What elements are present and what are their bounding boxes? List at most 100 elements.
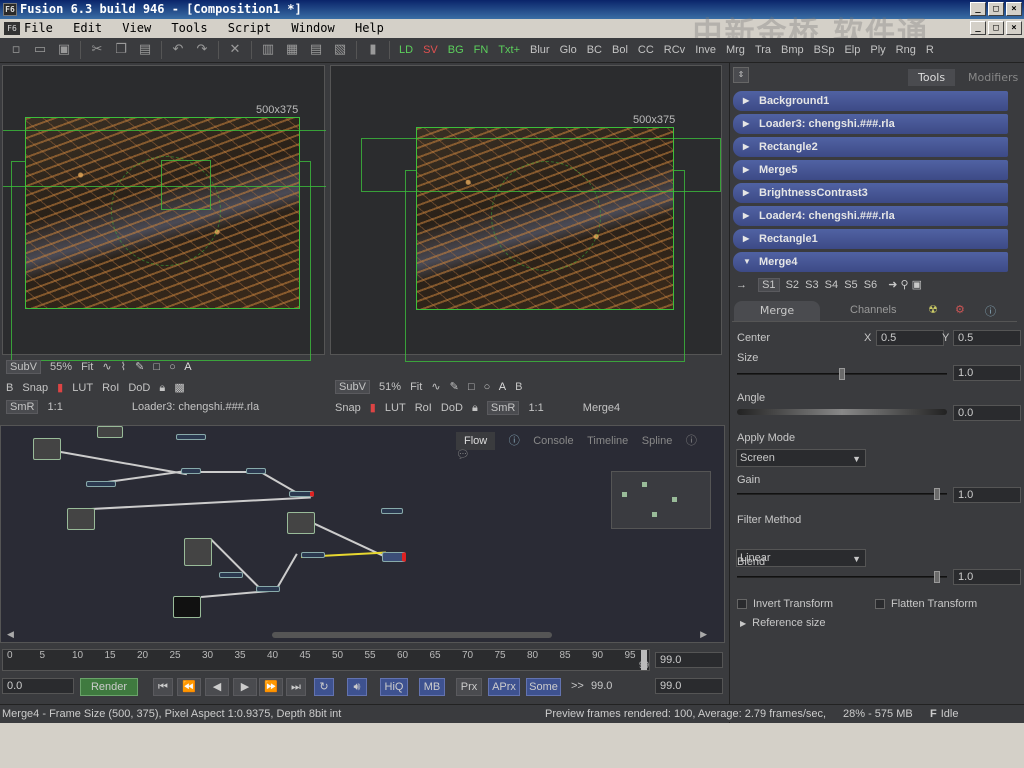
tool-button-bc[interactable]: BC: [587, 44, 602, 56]
flow-info-icon[interactable]: ⓘ: [686, 435, 697, 447]
layout-2-icon[interactable]: ▦: [283, 41, 301, 59]
redo-icon[interactable]: ↷: [193, 41, 211, 59]
minimize-button[interactable]: _: [970, 2, 986, 16]
tool-button-mrg[interactable]: Mrg: [726, 44, 745, 56]
flow-hscroll[interactable]: ◀ ▶: [7, 630, 707, 640]
right-b-button[interactable]: B: [515, 381, 522, 393]
render-button[interactable]: Render: [80, 678, 138, 696]
invert-transform-checkbox[interactable]: Invert Transform: [737, 598, 833, 610]
tool-button-elp[interactable]: Elp: [844, 44, 860, 56]
size-slider[interactable]: [737, 368, 947, 380]
layout-1-icon[interactable]: ▥: [259, 41, 277, 59]
left-paint-icon[interactable]: ✎: [135, 361, 144, 373]
gear-icon[interactable]: ⚙: [955, 303, 965, 316]
left-subv-button[interactable]: SubV: [6, 360, 41, 374]
menu-view[interactable]: View: [122, 19, 151, 38]
flow-node[interactable]: [256, 586, 280, 592]
right-merge-widget[interactable]: [491, 161, 601, 271]
tab-timeline[interactable]: Timeline: [587, 435, 628, 447]
paste-icon[interactable]: ▤: [136, 41, 154, 59]
tool-button-ply[interactable]: Ply: [870, 44, 885, 56]
save-icon[interactable]: ▣: [55, 41, 73, 59]
tool-button-rng[interactable]: Rng: [896, 44, 916, 56]
right-rect-icon[interactable]: □: [468, 381, 475, 393]
step-forward-button[interactable]: ⏩: [259, 678, 283, 696]
cut-icon[interactable]: ✂: [88, 41, 106, 59]
left-text-icon[interactable]: A: [184, 361, 191, 373]
tab-flow[interactable]: Flow: [456, 432, 496, 450]
render-end-field[interactable]: 99.0: [655, 678, 723, 694]
hiq-button[interactable]: HiQ: [380, 678, 408, 696]
right-spline-icon[interactable]: ∿: [431, 381, 440, 393]
left-circle-icon[interactable]: ○: [169, 361, 176, 373]
audio-button[interactable]: 🔊︎: [347, 678, 367, 696]
radiation-icon[interactable]: ☢: [928, 303, 938, 316]
tool-button-txt[interactable]: Txt+: [498, 44, 520, 56]
play-button[interactable]: ▶: [233, 678, 257, 696]
comment-icon[interactable]: 💬︎: [456, 449, 470, 461]
save-preset-icon[interactable]: ▣: [912, 279, 922, 291]
menu-file[interactable]: File: [24, 19, 53, 38]
menu-script[interactable]: Script: [228, 19, 271, 38]
tool-button-bmp[interactable]: Bmp: [781, 44, 804, 56]
right-lock-icon[interactable]: 🔒︎: [472, 402, 478, 414]
flow-node-merge4[interactable]: [382, 552, 406, 562]
open-icon[interactable]: ▭: [31, 41, 49, 59]
tool-button-cc[interactable]: CC: [638, 44, 654, 56]
flow-editor[interactable]: Flow ⓘ Console Timeline Spline ⓘ 💬︎ ◀ ▶: [0, 425, 725, 643]
tool-button-bsp[interactable]: BSp: [814, 44, 835, 56]
flow-node[interactable]: [181, 468, 201, 474]
flow-node-background1[interactable]: [33, 438, 61, 460]
global-start-field[interactable]: 0.0: [2, 678, 74, 694]
flow-node-rectangle[interactable]: [67, 508, 95, 530]
tool-loader4[interactable]: ▶ Loader4: chengshi.###.rla: [733, 206, 1008, 226]
tool-button-rcv[interactable]: RCv: [664, 44, 685, 56]
left-smr-button[interactable]: SmR: [6, 400, 39, 414]
left-zoom[interactable]: 55%: [50, 361, 72, 373]
play-reverse-button[interactable]: ◀: [205, 678, 229, 696]
left-fit-button[interactable]: Fit: [81, 361, 93, 373]
loop-button[interactable]: ↻: [314, 678, 334, 696]
tool-merge5[interactable]: ▶ Merge5: [733, 160, 1008, 180]
tool-button-tra[interactable]: Tra: [755, 44, 771, 56]
subtab-channels[interactable]: Channels: [850, 304, 896, 316]
doc-restore-button[interactable]: □: [988, 21, 1004, 35]
tool-brightnesscontrast3[interactable]: ▶ BrightnessContrast3: [733, 183, 1008, 203]
pin-icon[interactable]: →: [736, 279, 747, 291]
flow-node[interactable]: [381, 508, 403, 514]
scene-s4[interactable]: S4: [825, 279, 838, 291]
panel-expand-icon[interactable]: ⇕: [733, 67, 749, 83]
info-icon[interactable]: ⓘ: [985, 303, 996, 319]
current-time[interactable]: 99.0: [591, 680, 612, 692]
scene-s6[interactable]: S6: [864, 279, 877, 291]
apply-mode-select[interactable]: Screen ▼: [736, 449, 866, 467]
menu-tools[interactable]: Tools: [171, 19, 207, 38]
menu-window[interactable]: Window: [291, 19, 334, 38]
go-end-button[interactable]: ⏭: [286, 678, 306, 696]
menu-help[interactable]: Help: [355, 19, 384, 38]
tool-button-ld[interactable]: LD: [399, 44, 413, 56]
right-dod-button[interactable]: DoD: [441, 402, 463, 414]
subtab-merge[interactable]: Merge: [734, 301, 820, 321]
left-merge-widget[interactable]: [111, 156, 221, 266]
layout-4-icon[interactable]: ▧: [331, 41, 349, 59]
tool-button-bol[interactable]: Bol: [612, 44, 628, 56]
right-ratio[interactable]: 1:1: [528, 402, 543, 414]
tab-console[interactable]: Console: [533, 435, 573, 447]
aprx-button[interactable]: APrx: [488, 678, 520, 696]
left-checker-icon[interactable]: ▩: [174, 382, 184, 394]
right-text-icon[interactable]: A: [499, 381, 506, 393]
right-paint-icon[interactable]: ✎: [450, 381, 459, 393]
gain-field[interactable]: 1.0: [953, 487, 1021, 503]
left-viewer[interactable]: 500x375: [2, 65, 326, 361]
tool-button-bg[interactable]: BG: [448, 44, 464, 56]
left-snap-button[interactable]: Snap: [22, 382, 48, 394]
flow-node-rectangle1[interactable]: [173, 596, 201, 618]
size-field[interactable]: 1.0: [953, 365, 1021, 381]
arrow-icon[interactable]: ➜: [888, 279, 897, 291]
flow-node[interactable]: [219, 572, 243, 578]
left-color-icon[interactable]: ▮: [57, 382, 63, 394]
flow-node[interactable]: [176, 434, 206, 440]
right-lut-button[interactable]: LUT: [385, 402, 406, 414]
time-ruler[interactable]: 0 5 10 15 20 25 30 35 40 45 50 55 60 65 70 75 80 85 90 95 9…: [2, 649, 650, 671]
